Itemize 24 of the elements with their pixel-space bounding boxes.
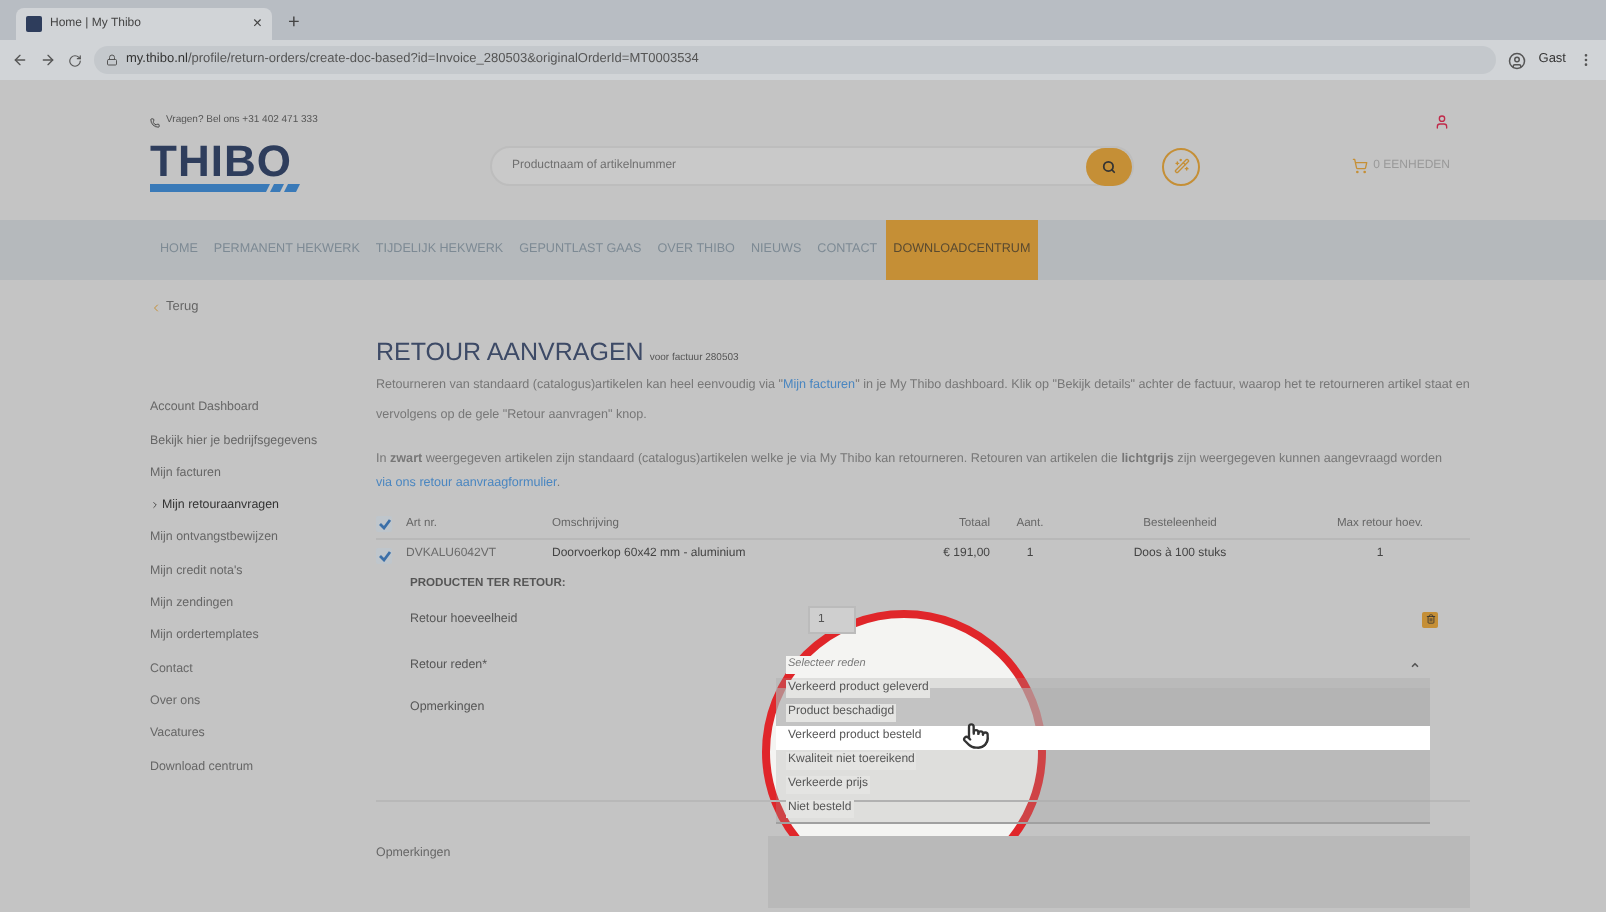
chevron-left-icon [150, 301, 162, 314]
lock-icon [106, 54, 118, 66]
user-icon[interactable] [1434, 114, 1450, 130]
wand-icon [1173, 158, 1189, 174]
chevron-right-icon [150, 500, 160, 511]
search-button[interactable] [1086, 147, 1132, 185]
forward-icon[interactable] [40, 52, 56, 68]
search-icon [1102, 159, 1116, 173]
logo-stripe-icon [150, 184, 302, 192]
phone-icon [150, 117, 160, 127]
caret-icon [1410, 660, 1420, 670]
new-tab-button[interactable]: + [288, 8, 300, 40]
checkbox[interactable] [376, 547, 392, 563]
checkbox[interactable] [376, 516, 392, 532]
back-icon[interactable] [12, 52, 28, 68]
profile-icon[interactable] [1508, 51, 1527, 69]
tab-close-button[interactable]: × [252, 16, 262, 32]
trash-icon [1425, 614, 1435, 624]
page-title: RETOUR AANVRAGEN [376, 338, 644, 366]
logo-text[interactable]: THIBO [150, 140, 310, 184]
favicon-icon [26, 16, 42, 32]
hand-cursor-icon [962, 721, 990, 749]
reload-icon[interactable] [68, 53, 82, 67]
delete-button[interactable] [1422, 611, 1438, 627]
